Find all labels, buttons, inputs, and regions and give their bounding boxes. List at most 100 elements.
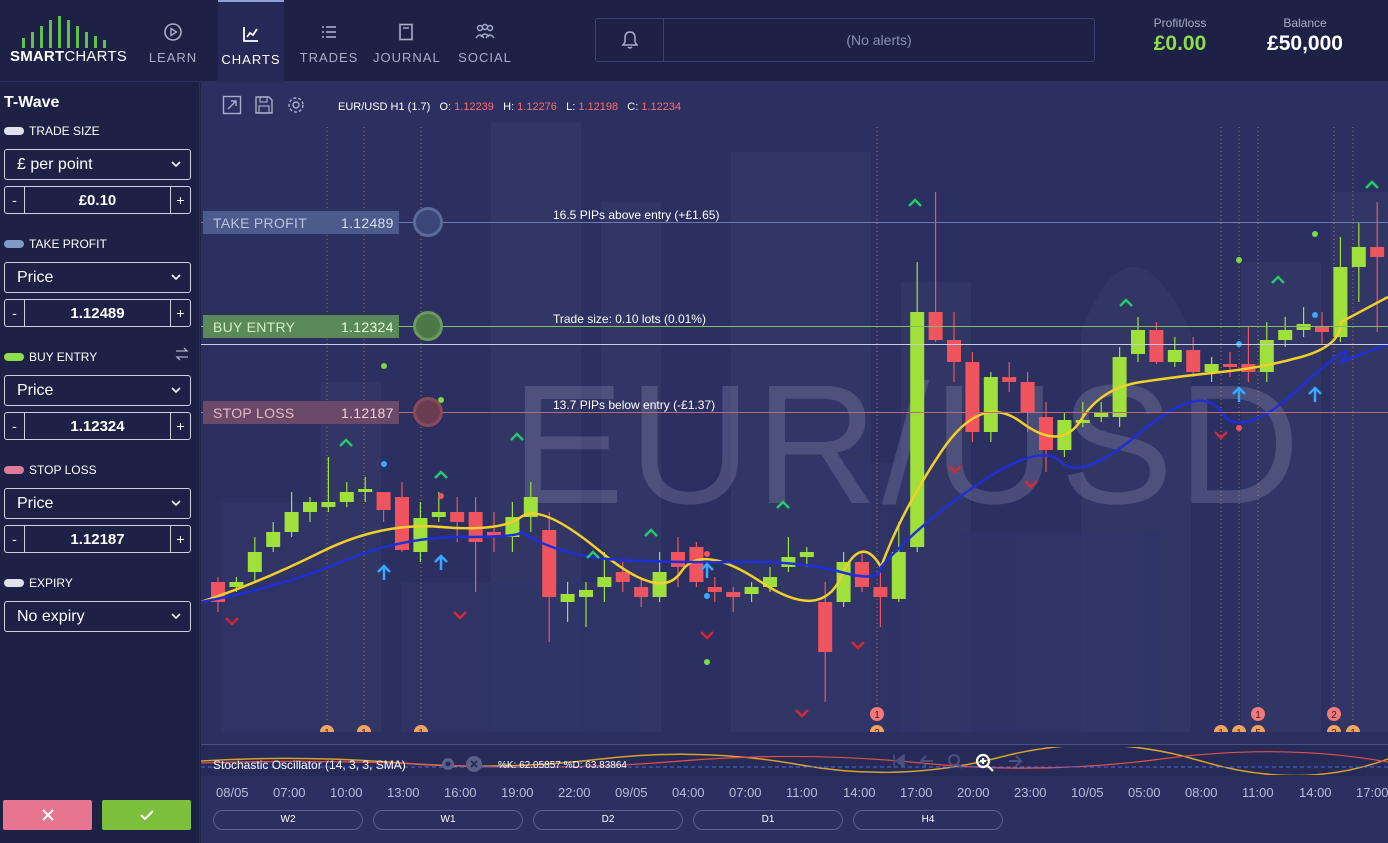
nav-journal[interactable]: JOURNAL [373, 0, 441, 82]
chart-panel[interactable]: EUR/USD EUR/USD H1 (1.7) O: 1.12239 H: 1… [201, 82, 1388, 843]
toggle-icon [4, 466, 24, 474]
decrement-button[interactable]: - [5, 300, 25, 326]
timeframe-w2-button[interactable]: W2 [213, 810, 363, 830]
nav-social[interactable]: SOCIAL [452, 0, 518, 82]
buy-entry-drag-handle[interactable] [413, 311, 443, 341]
signal-dot [438, 493, 444, 499]
chart-line-icon [218, 24, 284, 46]
alerts-box[interactable]: (No alerts) [595, 18, 1095, 62]
candle-body [376, 492, 391, 510]
buy-entry-tag-label: BUY ENTRY [213, 319, 296, 335]
check-icon [139, 810, 154, 821]
stop-loss-drag-handle[interactable] [413, 397, 443, 427]
stop-loss-mode-select[interactable]: Price [4, 488, 191, 519]
buy-entry-mode-select[interactable]: Price [4, 375, 191, 406]
stochastic-panel[interactable]: Stochastic Oscillator (14, 3, 3, SMA) %K… [201, 744, 1388, 776]
expiry-value: No expiry [17, 608, 85, 625]
stop-loss-value[interactable]: 1.12187 [25, 531, 170, 548]
take-profit-mode-select[interactable]: Price [4, 262, 191, 293]
stop-loss-note: 13.7 PIPs below entry (-£1.37) [553, 398, 716, 412]
take-profit-toggle[interactable]: TAKE PROFIT [4, 237, 107, 251]
nav-journal-label: JOURNAL [373, 50, 441, 65]
close-icon [41, 809, 54, 821]
signal-dot [1312, 231, 1318, 237]
timeframe-h4-button[interactable]: H4 [853, 810, 1003, 830]
candle-body [744, 587, 759, 594]
candle-body [689, 547, 704, 582]
candle-body [1223, 364, 1237, 367]
timeframe-w1-button[interactable]: W1 [373, 810, 523, 830]
blue-arrow-icon [1232, 386, 1246, 402]
logo-text: SMARTCHARTS [10, 48, 127, 65]
event-marker-label: 1 [1236, 728, 1242, 732]
take-profit-drag-handle[interactable] [413, 207, 443, 237]
candle-body [1370, 247, 1385, 257]
buy-entry-value[interactable]: 1.12324 [25, 418, 170, 435]
current-price-line [201, 344, 1388, 345]
buy-entry-tag-value: 1.12324 [341, 319, 394, 335]
trade-size-unit-select[interactable]: £ per point [4, 149, 191, 180]
take-profit-tag[interactable]: TAKE PROFIT 1.12489 [203, 211, 399, 234]
stop-loss-tag-label: STOP LOSS [213, 405, 295, 421]
cancel-button[interactable] [3, 800, 92, 830]
take-profit-stepper[interactable]: -1.12489 + [4, 299, 191, 327]
buy-entry-tag[interactable]: BUY ENTRY 1.12324 [203, 315, 399, 338]
up-arrow-icon [1365, 180, 1379, 189]
gear-icon[interactable] [439, 755, 457, 778]
zoom-out-icon[interactable] [947, 753, 963, 769]
candle-body [247, 552, 262, 572]
stop-loss-toggle[interactable]: STOP LOSS [4, 463, 97, 477]
trade-size-value[interactable]: £0.10 [25, 192, 170, 209]
candle-body [1002, 377, 1017, 382]
social-icon [452, 22, 518, 44]
confirm-button[interactable] [102, 800, 191, 830]
nav-trades[interactable]: TRADES [296, 0, 362, 82]
take-profit-note: 16.5 PIPs above entry (+£1.65) [553, 208, 720, 222]
smartcharts-logo[interactable]: SMARTCHARTS [10, 14, 127, 66]
increment-button[interactable]: + [170, 526, 190, 552]
take-profit-value[interactable]: 1.12489 [25, 305, 170, 322]
event-marker-label: 1 [324, 728, 330, 732]
increment-button[interactable]: + [170, 300, 190, 326]
toggle-icon [4, 127, 24, 135]
skip-back-icon[interactable] [891, 753, 907, 769]
trade-size-stepper[interactable]: - £0.10 + [4, 186, 191, 214]
arrow-left-icon[interactable] [919, 753, 935, 769]
expiry-toggle[interactable]: EXPIRY [4, 576, 73, 590]
candle-body [579, 590, 593, 597]
close-icon[interactable] [465, 755, 483, 778]
candle-body [1315, 327, 1329, 332]
timeframe-d2-button[interactable]: D2 [533, 810, 683, 830]
arrow-right-icon[interactable] [1007, 753, 1023, 769]
candle-body [358, 489, 373, 492]
up-arrow-icon [776, 500, 790, 509]
buy-entry-stepper[interactable]: -1.12324 + [4, 412, 191, 440]
candle-body [542, 530, 557, 597]
candle-body [707, 587, 722, 592]
increment-button[interactable]: + [170, 187, 190, 213]
time-tick-label: 05:00 [1128, 785, 1161, 800]
swap-icon[interactable] [174, 346, 190, 367]
event-marker-label: 1 [1255, 710, 1261, 721]
chevron-down-icon [171, 387, 181, 394]
nav-charts[interactable]: CHARTS [218, 0, 284, 82]
decrement-button[interactable]: - [5, 187, 25, 213]
candle-body [597, 577, 612, 587]
nav-learn[interactable]: LEARN [140, 0, 206, 82]
bell-icon[interactable] [596, 19, 664, 61]
increment-button[interactable]: + [170, 413, 190, 439]
expiry-select[interactable]: No expiry [4, 601, 191, 632]
stop-loss-stepper[interactable]: -1.12187 + [4, 525, 191, 553]
buy-entry-toggle[interactable]: BUY ENTRY [4, 350, 97, 364]
decrement-button[interactable]: - [5, 413, 25, 439]
trade-size-toggle[interactable]: TRADE SIZE [4, 124, 100, 138]
zoom-in-icon[interactable] [975, 753, 995, 773]
chart-navigation-tools [891, 753, 1023, 773]
stop-loss-tag[interactable]: STOP LOSS 1.12187 [203, 401, 399, 424]
decrement-button[interactable]: - [5, 526, 25, 552]
candle-body [1278, 330, 1293, 340]
timeframe-d1-button[interactable]: D1 [693, 810, 843, 830]
event-marker-label: 1 [874, 710, 880, 721]
logo-bars-icon [22, 14, 108, 48]
buy-entry-label: BUY ENTRY [29, 350, 98, 364]
